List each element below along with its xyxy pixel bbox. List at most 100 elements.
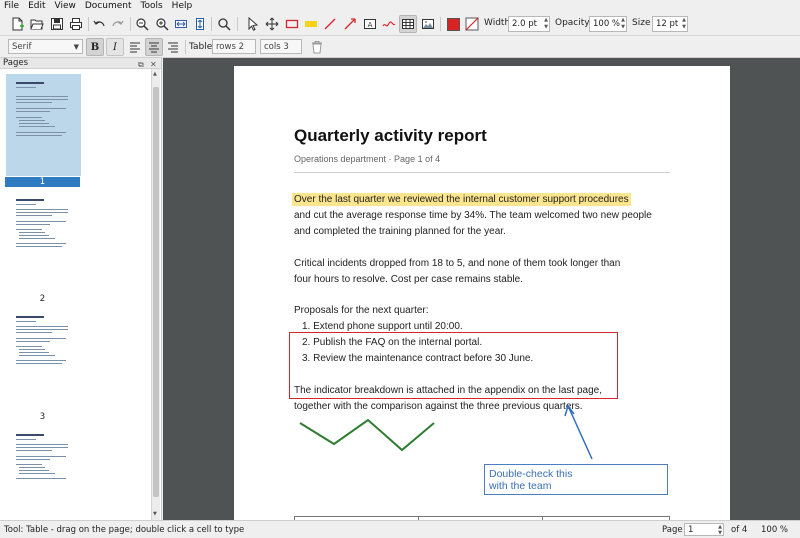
fill-color-button[interactable] xyxy=(463,15,481,33)
thumbnail-text-line xyxy=(16,447,68,448)
menu-help[interactable]: Help xyxy=(172,1,193,11)
align-center-button[interactable] xyxy=(145,38,163,56)
highlighter-icon xyxy=(305,21,317,27)
page-number-label: 1 xyxy=(5,177,80,187)
document-title[interactable]: Quarterly activity report xyxy=(294,126,487,146)
printer-icon xyxy=(70,18,82,30)
delete-button[interactable] xyxy=(308,38,326,56)
document-canvas[interactable]: Quarterly activity report Operations dep… xyxy=(163,58,800,520)
thumbnail-text-line xyxy=(19,120,45,121)
undock-icon[interactable]: ⧉ xyxy=(138,59,144,70)
page-thumbnail-3[interactable] xyxy=(6,308,81,408)
scroll-up-icon[interactable]: ▲ xyxy=(153,71,157,77)
line-tool-button[interactable] xyxy=(321,15,339,33)
stroke-color-button[interactable] xyxy=(444,15,462,33)
menu-document[interactable]: Document xyxy=(85,1,132,11)
thumbnail-text-line xyxy=(16,246,62,247)
menu-file[interactable]: File xyxy=(4,1,19,11)
thumbnail-text-line xyxy=(16,204,36,205)
rectangle-annotation[interactable] xyxy=(289,332,618,399)
thumbnail-text-line xyxy=(16,117,42,118)
find-button[interactable] xyxy=(215,15,233,33)
text-tool-button[interactable]: A xyxy=(361,15,379,33)
table-icon xyxy=(402,19,414,29)
menu-edit[interactable]: Edit xyxy=(28,1,45,11)
rows-spinbox[interactable]: rows 2 xyxy=(212,39,256,54)
highlight-tool-button[interactable] xyxy=(302,15,320,33)
thumbnail-text-line xyxy=(16,459,50,460)
thumbnail-text-line xyxy=(16,96,68,97)
open-button[interactable] xyxy=(28,15,46,33)
paragraph-line[interactable]: Critical incidents dropped from 18 to 5,… xyxy=(294,258,620,269)
thumbnail-text-line xyxy=(19,467,45,468)
freehand-tool-button[interactable] xyxy=(380,15,398,33)
italic-button[interactable]: I xyxy=(106,38,124,56)
size-spinbox[interactable]: 12 pt ▲ ▼ xyxy=(652,16,688,32)
pointer-arrow-icon xyxy=(248,17,259,31)
pages-panel-title: Pages xyxy=(3,58,29,68)
pages-scrollbar[interactable]: ▲ ▼ xyxy=(151,69,160,520)
zoom-out-button[interactable] xyxy=(133,15,151,33)
rectangle-tool-button[interactable] xyxy=(283,15,301,33)
fit-width-button[interactable] xyxy=(172,15,190,33)
paragraph-line[interactable]: Over the last quarter we reviewed the in… xyxy=(292,193,631,206)
paragraph-line[interactable]: together with the comparison against the… xyxy=(294,401,583,412)
thumbnail-text-line xyxy=(16,209,68,210)
list-item[interactable]: 1. Extend phone support until 20:00. xyxy=(302,321,463,332)
document-subtitle[interactable]: Operations department · Page 1 of 4 xyxy=(294,154,440,164)
zoom-in-button[interactable] xyxy=(153,15,171,33)
menu-view[interactable]: View xyxy=(55,1,76,11)
thumbnail-title-line xyxy=(16,316,44,318)
table-tool-button[interactable] xyxy=(399,15,417,33)
cols-spinbox[interactable]: cols 3 xyxy=(260,39,302,54)
freehand-icon xyxy=(382,21,396,27)
title-divider xyxy=(294,172,670,173)
fit-page-button[interactable] xyxy=(191,15,209,33)
thumbnail-text-line xyxy=(19,352,49,353)
align-left-button[interactable] xyxy=(126,38,144,56)
spin-arrows-icon: ▲ ▼ xyxy=(621,17,625,30)
move-tool-button[interactable] xyxy=(263,15,281,33)
page-number-input[interactable]: 1 ▲ ▼ xyxy=(684,523,724,536)
new-document-button[interactable] xyxy=(8,15,26,33)
zoom-in-icon xyxy=(156,18,169,31)
arrow-annotation xyxy=(568,407,593,460)
font-select[interactable]: Serif ▼ xyxy=(8,39,83,54)
paragraph-line[interactable]: and cut the average response time by 34%… xyxy=(294,210,652,221)
save-button[interactable] xyxy=(48,15,66,33)
paragraph-line[interactable]: four hours to resolve. Cost per case rem… xyxy=(294,274,523,285)
opacity-spinbox[interactable]: 100 % ▲ ▼ xyxy=(589,16,627,32)
image-tool-button[interactable] xyxy=(419,15,437,33)
arrow-tool-button[interactable] xyxy=(341,15,359,33)
fit-width-icon xyxy=(175,20,187,28)
menu-tools[interactable]: Tools xyxy=(141,1,163,11)
rectangle-icon xyxy=(285,19,299,29)
document-page[interactable]: Quarterly activity report Operations dep… xyxy=(234,66,730,520)
scroll-down-icon[interactable]: ▼ xyxy=(153,511,157,517)
print-button[interactable] xyxy=(67,15,85,33)
text-note-annotation[interactable]: Double-check this with the team xyxy=(484,464,668,495)
page-thumbnail-2[interactable] xyxy=(6,191,81,291)
trash-icon xyxy=(312,41,322,54)
thumbnail-text-line xyxy=(16,243,66,244)
new-document-icon xyxy=(12,17,24,31)
undo-button[interactable] xyxy=(90,15,108,33)
highlight-annotation[interactable]: Over the last quarter we reviewed the in… xyxy=(292,193,631,206)
thumbnail-title-line xyxy=(16,434,44,436)
redo-button[interactable] xyxy=(109,15,127,33)
page-thumbnail-4[interactable] xyxy=(6,426,81,518)
scrollbar-thumb[interactable] xyxy=(153,87,159,497)
page-thumbnail-1[interactable] xyxy=(6,74,81,176)
align-right-button[interactable] xyxy=(164,38,182,56)
thumbnail-text-line xyxy=(16,326,68,327)
chevron-down-icon: ▼ xyxy=(73,43,79,51)
paragraph-line[interactable]: Proposals for the next quarter: xyxy=(294,305,429,316)
spin-arrows-icon: ▲ ▼ xyxy=(718,524,722,536)
thumbnail-text-line xyxy=(16,102,52,103)
select-tool-button[interactable] xyxy=(244,15,262,33)
width-spinbox[interactable]: 2.0 pt ▲ ▼ xyxy=(508,16,550,32)
paragraph-line[interactable]: and completed the training planned for t… xyxy=(294,226,506,237)
thumbnail-text-line xyxy=(16,478,66,479)
size-label: Size xyxy=(632,18,651,28)
bold-button[interactable]: B xyxy=(86,38,104,56)
